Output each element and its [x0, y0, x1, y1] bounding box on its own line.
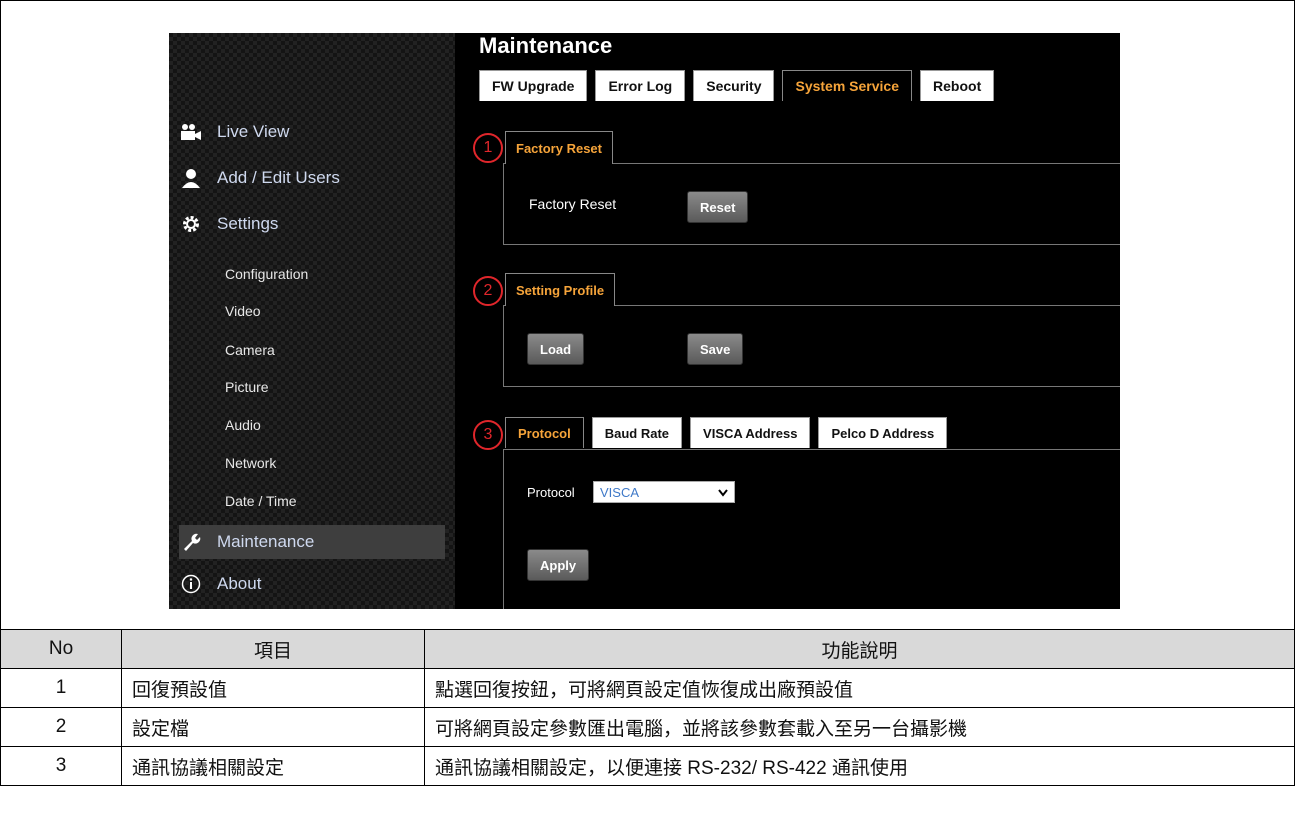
description-table: No 項目 功能說明 1 回復預設值 點選回復按鈕，可將網頁設定值恢復成出廠預設… — [0, 629, 1295, 786]
row-description: 可將網頁設定參數匯出電腦，並將該參數套載入至另一台攝影機 — [424, 707, 1295, 747]
nav-configuration[interactable]: Configuration — [225, 266, 308, 282]
protocol-tabs: Protocol Baud Rate VISCA Address Pelco D… — [505, 417, 955, 448]
panel-divider — [455, 33, 469, 609]
nav-settings[interactable]: Settings — [179, 209, 278, 239]
header-no: No — [0, 629, 122, 669]
row-description: 通訊協議相關設定，以便連接 RS-232/ RS-422 通訊使用 — [424, 746, 1295, 786]
factory-reset-label: Factory Reset — [529, 196, 617, 212]
screenshot-frame: Live View Add / Edit Users Settings Conf… — [0, 0, 1295, 631]
load-button[interactable]: Load — [527, 333, 585, 365]
nav-add-edit-users[interactable]: Add / Edit Users — [179, 163, 340, 193]
row-item: 回復預設值 — [121, 668, 425, 708]
video-camera-icon — [179, 120, 203, 144]
tab-security[interactable]: Security — [693, 70, 775, 101]
nav-network[interactable]: Network — [225, 455, 276, 471]
chevron-down-icon — [718, 485, 728, 500]
tab-setting-profile[interactable]: Setting Profile — [505, 273, 616, 306]
tab-system-service[interactable]: System Service — [782, 70, 913, 101]
nav-audio[interactable]: Audio — [225, 417, 261, 433]
row-description: 點選回復按鈕，可將網頁設定值恢復成出廠預設值 — [424, 668, 1295, 708]
tab-factory-reset[interactable]: Factory Reset — [505, 131, 613, 164]
table-row: 1 回復預設值 點選回復按鈕，可將網頁設定值恢復成出廠預設值 — [0, 668, 1295, 708]
table-row: 3 通訊協議相關設定 通訊協議相關設定，以便連接 RS-232/ RS-422 … — [0, 746, 1295, 786]
protocol-panel — [503, 449, 1120, 609]
tab-pelco-d-address[interactable]: Pelco D Address — [818, 417, 948, 448]
main-content: Maintenance FW Upgrade Error Log Securit… — [469, 33, 1120, 609]
nav-maintenance[interactable]: Maintenance — [179, 525, 445, 559]
nav-settings-label: Settings — [217, 214, 279, 233]
nav-about-label: About — [217, 574, 262, 593]
user-icon — [179, 166, 203, 190]
tab-visca-address[interactable]: VISCA Address — [690, 417, 811, 448]
nav-live-view-label: Live View — [217, 122, 290, 141]
nav-video[interactable]: Video — [225, 303, 261, 319]
tab-error-log[interactable]: Error Log — [595, 70, 686, 101]
row-no: 2 — [0, 707, 122, 747]
protocol-select-value: VISCA — [600, 484, 640, 500]
nav-about[interactable]: About — [179, 569, 261, 599]
nav-camera[interactable]: Camera — [225, 342, 275, 358]
nav-date-time[interactable]: Date / Time — [225, 493, 297, 509]
marker-1: 1 — [473, 133, 503, 163]
header-item: 項目 — [121, 629, 425, 669]
protocol-select[interactable]: VISCA — [593, 481, 735, 503]
camera-web-ui: Live View Add / Edit Users Settings Conf… — [169, 33, 1120, 609]
row-item: 通訊協議相關設定 — [121, 746, 425, 786]
reset-button[interactable]: Reset — [687, 191, 749, 223]
table-row: 2 設定檔 可將網頁設定參數匯出電腦，並將該參數套載入至另一台攝影機 — [0, 707, 1295, 747]
gear-icon — [179, 212, 203, 236]
marker-2: 2 — [473, 276, 503, 306]
row-no: 3 — [0, 746, 122, 786]
header-description: 功能說明 — [424, 629, 1295, 669]
tab-reboot[interactable]: Reboot — [920, 70, 995, 101]
tab-fw-upgrade[interactable]: FW Upgrade — [479, 70, 588, 101]
setting-profile-panel — [503, 305, 1120, 387]
maintenance-tabs: FW Upgrade Error Log Security System Ser… — [479, 70, 1002, 101]
info-icon — [179, 572, 203, 596]
page-title: Maintenance — [479, 33, 613, 58]
tab-baud-rate[interactable]: Baud Rate — [591, 417, 683, 448]
protocol-label: Protocol — [527, 485, 575, 500]
save-button[interactable]: Save — [687, 333, 744, 365]
apply-button[interactable]: Apply — [527, 549, 590, 581]
table-header-row: No 項目 功能說明 — [0, 629, 1295, 669]
nav-picture[interactable]: Picture — [225, 379, 269, 395]
row-no: 1 — [0, 668, 122, 708]
nav-live-view[interactable]: Live View — [179, 117, 289, 147]
nav-maintenance-label: Maintenance — [217, 532, 315, 551]
sidebar: Live View Add / Edit Users Settings Conf… — [169, 33, 455, 609]
row-item: 設定檔 — [121, 707, 425, 747]
wrench-icon — [179, 530, 203, 554]
marker-3: 3 — [473, 420, 503, 450]
nav-add-edit-users-label: Add / Edit Users — [217, 168, 340, 187]
tab-protocol[interactable]: Protocol — [505, 417, 584, 448]
